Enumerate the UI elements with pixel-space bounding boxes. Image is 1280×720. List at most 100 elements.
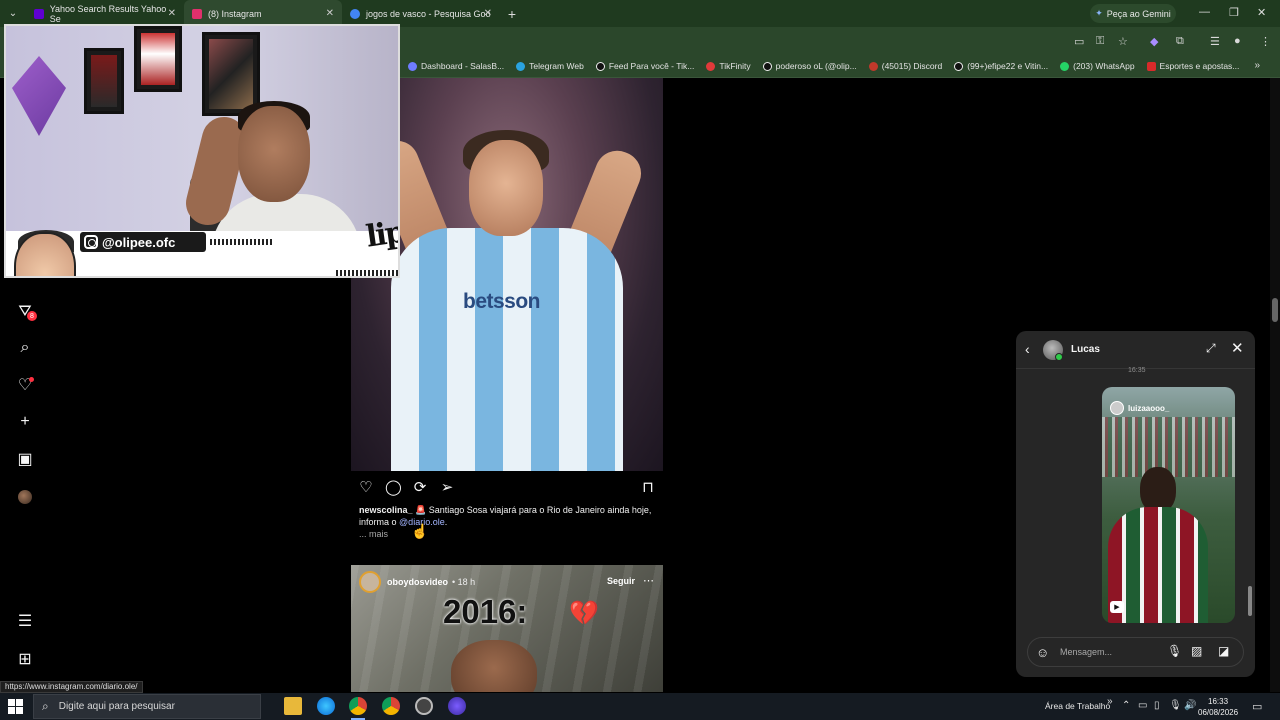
page-scrollbar-thumb[interactable] xyxy=(1272,298,1278,322)
repost-icon[interactable]: ⟳ xyxy=(412,480,428,496)
post-username[interactable]: oboydosvideo xyxy=(387,577,448,587)
battery-icon[interactable]: ▯ xyxy=(1154,700,1160,711)
post-caption: newscolina_ 🚨 Santiago Sosa viajará para… xyxy=(359,504,659,528)
bookmark-whatsapp[interactable]: (203) WhatsApp xyxy=(1060,61,1135,71)
profile-avatar[interactable] xyxy=(18,490,32,504)
bookmarks-overflow-icon[interactable]: » xyxy=(1254,60,1260,71)
tab-search-menu-icon[interactable]: ⌄ xyxy=(0,0,26,27)
bookmark-esportes[interactable]: Esportes e apostas... xyxy=(1146,61,1240,71)
share-send-icon[interactable]: ➢ xyxy=(439,480,455,496)
shared-story-message[interactable]: luizaaooo_ ▶ xyxy=(1102,387,1235,623)
bookmark-star-icon[interactable]: ☆ xyxy=(1118,35,1128,48)
taskbar-search[interactable]: ⌕ Digite aqui para pesquisar xyxy=(33,694,261,719)
chat-scrollbar-thumb[interactable] xyxy=(1248,586,1252,616)
search-icon[interactable]: ⌕ xyxy=(16,339,34,357)
gemini-icon: ✦ xyxy=(1095,8,1103,18)
post-video[interactable]: oboydosvideo • 18 h Seguir ⋯ 2016: 💔 xyxy=(351,565,663,692)
post-avatar[interactable] xyxy=(359,571,381,593)
player-jersey xyxy=(391,228,623,471)
person-head xyxy=(238,106,310,202)
sticker-icon[interactable]: ◪ xyxy=(1218,644,1229,658)
image-upload-icon[interactable]: ▨ xyxy=(1191,644,1202,658)
dashboard-chart-icon[interactable]: ▣ xyxy=(16,450,34,468)
expand-icon[interactable]: ⤢ xyxy=(1206,341,1216,356)
ask-gemini-button[interactable]: ✦ Peça ao Gemini xyxy=(1090,4,1176,23)
webcam-handle-badge: @olipee.ofc xyxy=(80,232,206,252)
close-window-button[interactable]: ✕ xyxy=(1257,6,1266,19)
mic-icon[interactable]: 🎙 xyxy=(1169,700,1182,711)
windows-start-icon[interactable] xyxy=(8,699,23,714)
message-timestamp: 16:35 xyxy=(1128,367,1146,374)
tab-yahoo[interactable]: Yahoo Search Results Yahoo Se ✕ xyxy=(26,0,184,27)
close-tab-icon[interactable]: ✕ xyxy=(484,8,492,19)
bookmark-tikfinity[interactable]: TikFinity xyxy=(706,61,751,71)
reading-list-icon[interactable]: ☰ xyxy=(1210,35,1220,48)
edge-icon[interactable] xyxy=(317,697,335,715)
comment-icon[interactable]: ◯ xyxy=(385,480,402,496)
bookmark-label: (99+)efipe22 e Vitin... xyxy=(967,61,1049,71)
tab-google[interactable]: jogos de vasco - Pesquisa Goo ✕ xyxy=(342,0,500,27)
bookmark-tiktok-profile[interactable]: poderoso oL (@olip... xyxy=(762,61,857,71)
volume-icon[interactable]: 🔊 xyxy=(1184,700,1196,711)
broken-heart-emoji: 💔 xyxy=(569,600,599,627)
bookmark-label: poderoso oL (@olip... xyxy=(775,61,857,71)
extensions-puzzle-icon[interactable]: ⧉ xyxy=(1176,35,1184,48)
tiktok-icon xyxy=(954,61,964,71)
back-arrow-icon[interactable]: ‹ xyxy=(1025,341,1030,357)
bookmark-tiktok-live[interactable]: (99+)efipe22 e Vitin... xyxy=(954,61,1048,71)
chrome-icon[interactable] xyxy=(349,697,367,715)
file-explorer-icon[interactable] xyxy=(284,697,302,715)
cast-icon[interactable]: ▭ xyxy=(1074,35,1084,48)
bookmark-discord[interactable]: (45015) Discord xyxy=(868,61,942,71)
bookmark-dashboard[interactable]: Dashboard - SalasB... xyxy=(408,61,504,71)
extension-icon[interactable]: ◆ xyxy=(1150,35,1158,48)
more-options-icon[interactable]: ⋯ xyxy=(643,574,654,587)
whatsapp-icon xyxy=(1060,61,1070,71)
page-scrollbar[interactable] xyxy=(1270,78,1280,692)
password-key-icon[interactable]: ⚿ xyxy=(1096,35,1104,48)
new-tab-button[interactable]: + xyxy=(500,6,524,22)
tray-overflow-icon[interactable]: » xyxy=(1107,696,1113,707)
tray-chevron-up-icon[interactable]: ⌃ xyxy=(1122,700,1130,711)
save-bookmark-icon[interactable]: ⊓ xyxy=(640,480,656,496)
caption-more-link[interactable]: ... mais xyxy=(359,529,388,539)
close-icon[interactable]: ✕ xyxy=(1231,339,1244,357)
apps-grid-icon[interactable]: ⊞ xyxy=(16,650,34,668)
desktop-label[interactable]: Área de Trabalho xyxy=(1045,701,1110,711)
obs-icon[interactable] xyxy=(415,697,433,715)
status-url: https://www.instagram.com/diario.ole/ xyxy=(0,681,143,693)
bookmark-label: Esportes e apostas... xyxy=(1159,61,1240,71)
tab-label: jogos de vasco - Pesquisa Goo xyxy=(366,8,491,19)
follow-button[interactable]: Seguir xyxy=(607,576,635,586)
wall-frame xyxy=(84,48,124,114)
close-tab-icon[interactable]: ✕ xyxy=(168,8,176,19)
post-username[interactable]: newscolina_ xyxy=(359,505,413,515)
message-input[interactable]: ☺ Mensagem... 🎙 ▨ ◪ xyxy=(1027,637,1244,667)
close-tab-icon[interactable]: ✕ xyxy=(326,8,334,19)
menu-kebab-icon[interactable]: ⋮ xyxy=(1260,35,1271,48)
tab-instagram[interactable]: (8) Instagram ✕ xyxy=(184,0,342,27)
app-icon[interactable] xyxy=(448,697,466,715)
like-heart-icon[interactable]: ♡ xyxy=(358,480,374,496)
chat-contact-name[interactable]: Lucas xyxy=(1071,344,1100,355)
microphone-icon[interactable]: 🎙 xyxy=(1167,644,1182,658)
maximize-button[interactable]: ❐ xyxy=(1229,6,1239,19)
taskbar-clock[interactable]: 16:33 06/08/2026 xyxy=(1198,696,1238,718)
profile-avatar-icon[interactable]: ● xyxy=(1234,35,1241,47)
emoji-icon[interactable]: ☺ xyxy=(1036,645,1049,660)
post-time: • 18 h xyxy=(452,577,476,587)
notifications-icon[interactable]: ▭ xyxy=(1252,700,1262,713)
minimize-button[interactable]: — xyxy=(1199,6,1210,18)
chrome-profile-icon[interactable] xyxy=(382,697,400,715)
bookmark-tiktok-feed[interactable]: Feed Para você - Tik... xyxy=(595,61,694,71)
gemini-label: Peça ao Gemini xyxy=(1106,8,1171,19)
bookmark-label: TikFinity xyxy=(719,61,751,71)
bookmark-telegram[interactable]: Telegram Web xyxy=(516,61,584,71)
video-play-icon[interactable]: ▶ xyxy=(1110,601,1124,613)
create-plus-icon[interactable]: + xyxy=(16,413,34,431)
tab-strip: ⌄ Yahoo Search Results Yahoo Se ✕ (8) In… xyxy=(0,0,1280,27)
story-username: luizaaooo_ xyxy=(1128,403,1170,413)
hamburger-menu-icon[interactable]: ☰ xyxy=(16,612,34,630)
network-icon[interactable]: ▭ xyxy=(1138,700,1147,711)
post-actions: ♡ ◯ ⟳ ➢ ⊓ xyxy=(358,480,656,498)
